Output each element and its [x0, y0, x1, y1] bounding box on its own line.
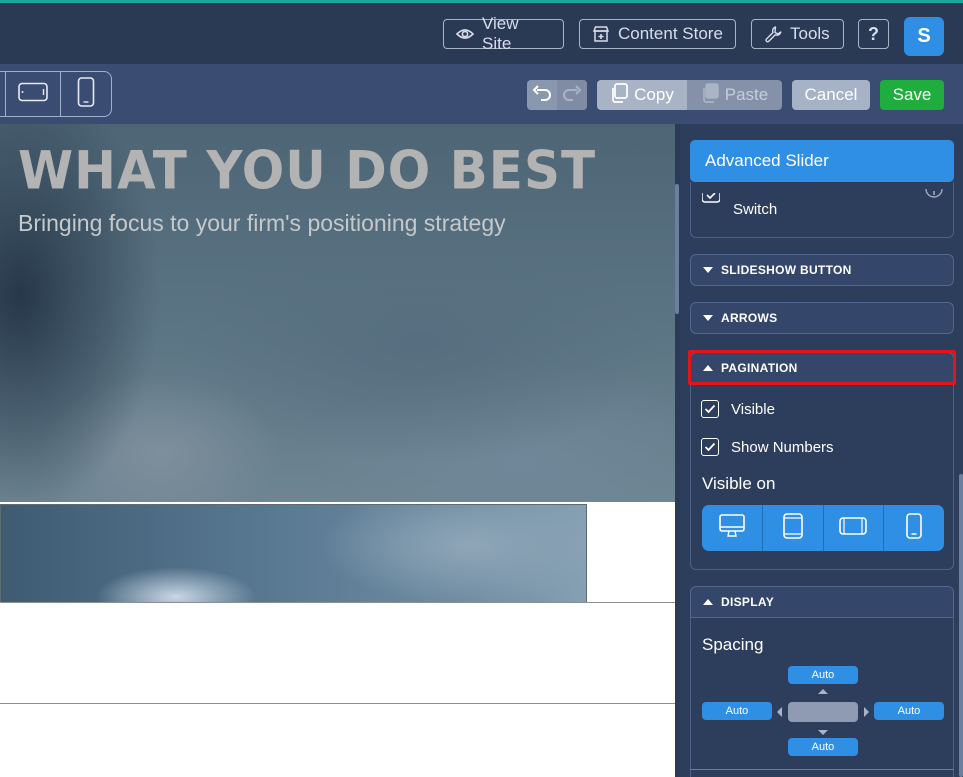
arrow-right-icon [864, 707, 869, 717]
tablet-landscape-preview-button[interactable] [5, 72, 60, 116]
section-display[interactable]: DISPLAY [690, 586, 954, 618]
arrow-left-icon [777, 707, 782, 717]
hero-subtitle: Bringing focus to your firm's positionin… [18, 210, 506, 236]
tablet-landscape-toggle[interactable] [822, 505, 884, 551]
visible-option[interactable]: Visible [701, 400, 775, 418]
spacing-bottom-input[interactable]: Auto [788, 738, 858, 756]
undo-redo-group [527, 80, 587, 110]
undo-button[interactable] [527, 80, 557, 110]
show-numbers-label: Show Numbers [731, 438, 834, 456]
visible-checkbox[interactable] [701, 400, 719, 418]
eye-icon [456, 27, 474, 41]
page-canvas: WHAT YOU DO BEST Bringing focus to your … [0, 124, 676, 777]
tablet-portrait-toggle[interactable] [761, 505, 823, 551]
canvas-scrollbar-thumb[interactable] [675, 184, 679, 314]
copy-button[interactable]: Copy [597, 80, 687, 110]
redo-button[interactable] [557, 80, 587, 110]
show-numbers-checkbox[interactable] [701, 438, 719, 456]
tools-button[interactable]: Tools [751, 19, 844, 49]
desktop-icon [719, 513, 745, 544]
spacing-left-input[interactable]: Auto [702, 702, 772, 720]
section-arrows[interactable]: ARROWS [690, 302, 954, 334]
visible-on-label: Visible on [702, 474, 776, 493]
tablet-landscape-icon [18, 82, 48, 107]
section-divider [0, 703, 676, 704]
switch-label: Switch [733, 201, 778, 218]
panel-scrollbar-thumb[interactable] [959, 474, 963, 777]
content-store-button[interactable]: Content Store [579, 19, 736, 49]
spacing-label: Spacing [702, 635, 764, 654]
save-button[interactable]: Save [880, 80, 944, 110]
copy-paste-group: Copy Paste [597, 80, 782, 110]
pagination-settings: Visible Show Numbers Visible on [690, 383, 954, 570]
paste-label: Paste [724, 85, 769, 104]
copy-label: Copy [634, 85, 674, 104]
help-button[interactable]: ? [858, 19, 889, 49]
paste-icon [701, 82, 719, 108]
image-strip[interactable] [0, 504, 587, 603]
store-icon [592, 25, 610, 43]
tools-label: Tools [790, 24, 830, 43]
paste-button[interactable]: Paste [687, 80, 782, 110]
arrow-down-icon [818, 730, 828, 735]
display-settings: Spacing Auto Auto Auto Auto [690, 617, 954, 777]
tablet-portrait-icon [782, 512, 803, 544]
switch-checkbox[interactable] [701, 190, 721, 208]
caret-up-icon [703, 599, 713, 605]
content-store-label: Content Store [618, 24, 723, 43]
device-preview-group [0, 71, 112, 117]
redo-icon [562, 84, 582, 106]
view-site-button[interactable]: View Site [443, 14, 564, 53]
section-label: SLIDESHOW BUTTON [721, 263, 852, 277]
cancel-button[interactable]: Cancel [792, 80, 870, 110]
spacing-preview-box [788, 702, 858, 722]
section-slideshow-button[interactable]: SLIDESHOW BUTTON [690, 254, 954, 286]
visible-on-devices [702, 505, 944, 551]
hero-slide-image[interactable]: WHAT YOU DO BEST Bringing focus to your … [0, 124, 676, 502]
switch-option-box: Switch [690, 182, 954, 238]
show-numbers-option[interactable]: Show Numbers [701, 438, 834, 456]
caret-down-icon [703, 267, 713, 273]
wrench-icon [764, 25, 782, 43]
tablet-landscape-icon [839, 516, 868, 540]
settings-panel: Advanced Slider Switch SLIDESHOW BUTTON … [680, 124, 963, 777]
section-label: DISPLAY [721, 595, 775, 609]
spacing-top-input[interactable]: Auto [788, 666, 858, 684]
caret-down-icon [703, 315, 713, 321]
canvas-scrollbar[interactable] [675, 124, 679, 777]
section-label: ARROWS [721, 311, 778, 325]
spacing-right-input[interactable]: Auto [874, 702, 944, 720]
section-divider [0, 602, 676, 603]
desktop-toggle[interactable] [702, 505, 762, 551]
view-site-label: View Site [482, 14, 519, 53]
panel-divider [690, 769, 954, 770]
info-icon[interactable] [925, 188, 943, 206]
undo-icon [532, 84, 552, 106]
editor-toolbar: Copy Paste Cancel Save [0, 64, 963, 124]
panel-title: Advanced Slider [690, 140, 954, 182]
phone-icon [906, 512, 922, 544]
hero-title: WHAT YOU DO BEST [18, 140, 597, 201]
copy-icon [610, 82, 629, 108]
phone-toggle[interactable] [883, 505, 944, 551]
visible-label: Visible [731, 400, 775, 418]
top-bar: View Site Content Store Tools ? S [0, 0, 963, 64]
pagination-highlight-box [688, 350, 956, 385]
user-avatar[interactable]: S [904, 17, 944, 56]
phone-preview-button[interactable] [60, 72, 111, 116]
arrow-up-icon [818, 689, 828, 694]
phone-icon [77, 76, 95, 112]
